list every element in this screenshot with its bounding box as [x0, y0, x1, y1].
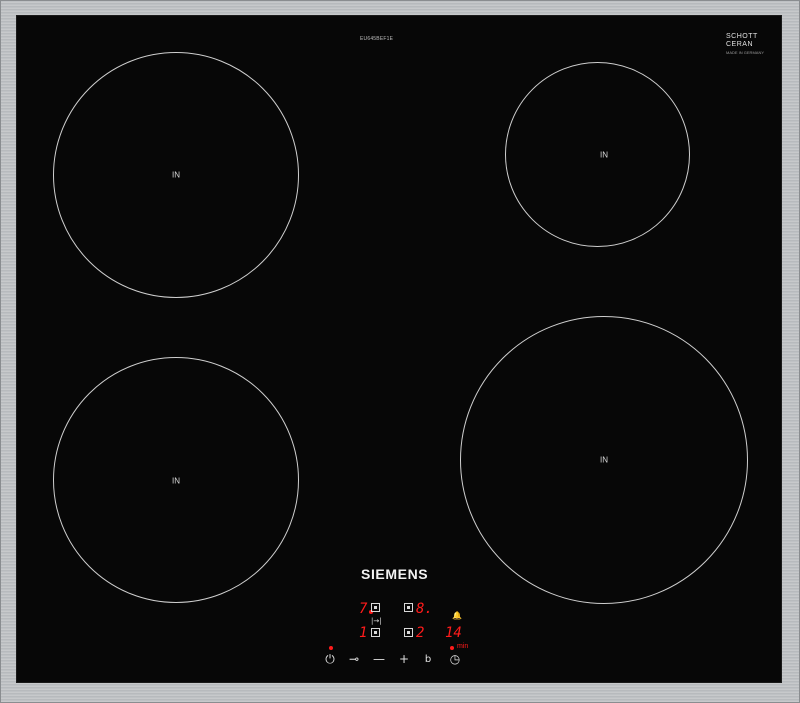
level-display-top-left: 7: [359, 601, 368, 617]
boost-button[interactable]: b: [423, 654, 433, 666]
glass-sub-label: MADE IN GERMANY: [726, 50, 765, 55]
zone-label-bottom-left: IN: [172, 476, 180, 486]
zone-label-bottom-right: IN: [600, 455, 608, 465]
minus-button[interactable]: —: [373, 653, 385, 665]
zone-select-top-left[interactable]: [371, 603, 380, 612]
schott-ceran-logo: SCHOTT CERAN MADE IN GERMANY: [726, 33, 764, 57]
brand-logo: SIEMENS: [361, 566, 429, 582]
timer-indicator-dot: [450, 646, 454, 650]
plus-button[interactable]: +: [398, 653, 410, 665]
zone-select-top-right[interactable]: [404, 603, 413, 612]
level-display-bottom-left: 1: [359, 625, 368, 641]
zone-label-top-left: IN: [172, 170, 180, 180]
boost-indicator-label: |→|: [371, 617, 382, 625]
timer-display: 14: [445, 625, 462, 641]
timer-unit-label: min: [457, 643, 469, 650]
zone-label-top-right: IN: [600, 150, 608, 160]
zone-top-right[interactable]: [505, 62, 690, 247]
power-indicator-dot: [329, 646, 333, 650]
model-code: EU645BEF1E: [360, 36, 394, 42]
glass-brand-label: SCHOTT CERAN: [726, 33, 758, 48]
zone-select-bottom-left[interactable]: [371, 628, 380, 637]
level-display-bottom-right: 2: [416, 625, 425, 641]
alarm-bell-icon: 🔔: [452, 611, 462, 620]
zone-select-bottom-right[interactable]: [404, 628, 413, 637]
level-display-top-right: 8.: [416, 601, 433, 617]
power-icon[interactable]: ⏻: [323, 653, 337, 665]
childlock-key-icon[interactable]: ⊸: [346, 653, 362, 665]
timer-clock-icon[interactable]: ◷: [448, 653, 462, 665]
